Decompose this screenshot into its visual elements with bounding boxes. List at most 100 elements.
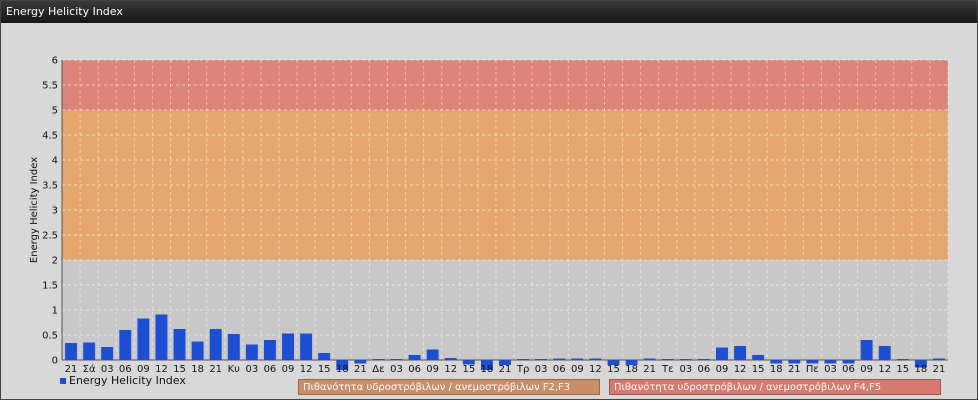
bar	[697, 359, 710, 360]
bar	[752, 355, 765, 360]
bar	[679, 359, 692, 360]
y-tick-label: 4	[52, 156, 58, 167]
x-tick-label: 21	[209, 364, 222, 375]
bar	[553, 358, 566, 360]
bar	[408, 355, 421, 360]
x-tick-label: 15	[896, 364, 909, 375]
y-tick-label: 6	[52, 56, 58, 67]
y-axis-label: Energy Helicity Index	[29, 157, 40, 263]
y-tick-label: 3.5	[42, 181, 58, 192]
x-tick-label: 15	[318, 364, 331, 375]
y-tick-label: 1.5	[42, 281, 58, 292]
bar	[860, 340, 873, 360]
bar	[571, 358, 584, 360]
bar	[173, 329, 186, 360]
zone-f4f5-label: Πιθανότητα υδροστρόβιλων / ανεμοστρόβιλω…	[609, 379, 941, 395]
x-tick-label: Δε	[372, 364, 384, 375]
y-tick-label: 0.5	[42, 331, 58, 342]
chart-canvas: 00.511.522.533.544.555.5621 Σά 03 06 09 12 15 1…	[29, 56, 949, 375]
bar	[734, 346, 747, 360]
bar	[842, 360, 855, 364]
bar	[155, 314, 168, 360]
legend-label: Energy Helicity Index	[69, 374, 186, 387]
x-tick-label: 12	[589, 364, 602, 375]
bar	[788, 360, 801, 364]
bar	[643, 358, 656, 360]
x-tick-label: 18	[625, 364, 638, 375]
bar	[263, 340, 276, 360]
bar	[426, 349, 439, 360]
x-tick-label: 03	[824, 364, 837, 375]
x-tick-label: 18	[915, 364, 928, 375]
bar	[137, 318, 150, 360]
x-tick-label: 03	[245, 364, 258, 375]
x-tick-label: 21	[933, 364, 946, 375]
x-tick-label: 09	[426, 364, 439, 375]
bar	[806, 360, 819, 364]
bar	[245, 344, 258, 360]
legend-swatch	[60, 377, 66, 384]
bar	[83, 342, 96, 360]
x-tick-label: 18	[481, 364, 494, 375]
bar	[65, 343, 78, 360]
y-tick-label: 5	[52, 106, 58, 117]
bar	[878, 346, 891, 360]
x-tick-label: Τρ	[516, 364, 529, 375]
bar	[191, 341, 204, 360]
x-tick-label: 21	[354, 364, 367, 375]
x-tick-label: 09	[571, 364, 584, 375]
bar	[661, 359, 674, 360]
y-tick-label: 2	[52, 256, 58, 267]
y-tick-label: 5.5	[42, 81, 58, 92]
x-tick-label: 21	[788, 364, 801, 375]
x-tick-label: 06	[842, 364, 855, 375]
zone-f2f3-label: Πιθανότητα υδροστρόβιλων / ανεμοστρόβιλω…	[298, 379, 600, 395]
bar	[372, 359, 385, 360]
bar	[209, 329, 222, 360]
x-tick-label: Πε	[806, 364, 819, 375]
x-tick-label: 18	[770, 364, 783, 375]
x-tick-label: 03	[535, 364, 548, 375]
x-tick-label: 18	[191, 364, 204, 375]
legend-entry: Energy Helicity Index	[60, 374, 186, 387]
x-tick-label: 12	[300, 364, 313, 375]
y-tick-label: 2.5	[42, 231, 58, 242]
bar	[318, 353, 331, 360]
bar	[354, 360, 367, 364]
y-tick-label: 0	[52, 356, 58, 367]
bar	[824, 360, 837, 364]
bar	[896, 359, 909, 360]
y-tick-label: 4.5	[42, 131, 58, 142]
x-tick-label: 06	[553, 364, 566, 375]
x-tick-label: 06	[698, 364, 711, 375]
x-tick-label: 18	[336, 364, 349, 375]
y-tick-label: 1	[52, 306, 58, 317]
bar	[716, 347, 728, 360]
bar	[227, 334, 240, 360]
x-tick-label: Κυ	[228, 364, 241, 375]
bar	[535, 359, 548, 360]
x-tick-label: 06	[408, 364, 421, 375]
bar	[932, 358, 945, 360]
bar	[390, 359, 403, 360]
x-tick-label: 09	[282, 364, 295, 375]
x-tick-label: Τε	[661, 364, 674, 375]
x-tick-label: 12	[734, 364, 747, 375]
x-tick-label: 15	[752, 364, 765, 375]
x-tick-label: 15	[462, 364, 475, 375]
x-tick-label: 12	[878, 364, 891, 375]
x-tick-label: 03	[390, 364, 403, 375]
bar	[282, 333, 294, 360]
bar	[101, 347, 114, 360]
x-tick-label: 12	[444, 364, 457, 375]
bar	[517, 359, 530, 360]
x-tick-label: 21	[499, 364, 512, 375]
bar	[589, 358, 602, 360]
x-tick-label: 09	[860, 364, 873, 375]
x-tick-label: 21	[643, 364, 656, 375]
bar	[770, 360, 783, 364]
y-tick-label: 3	[52, 206, 58, 217]
x-tick-label: 15	[607, 364, 620, 375]
bar	[119, 330, 132, 360]
x-tick-label: 03	[679, 364, 692, 375]
